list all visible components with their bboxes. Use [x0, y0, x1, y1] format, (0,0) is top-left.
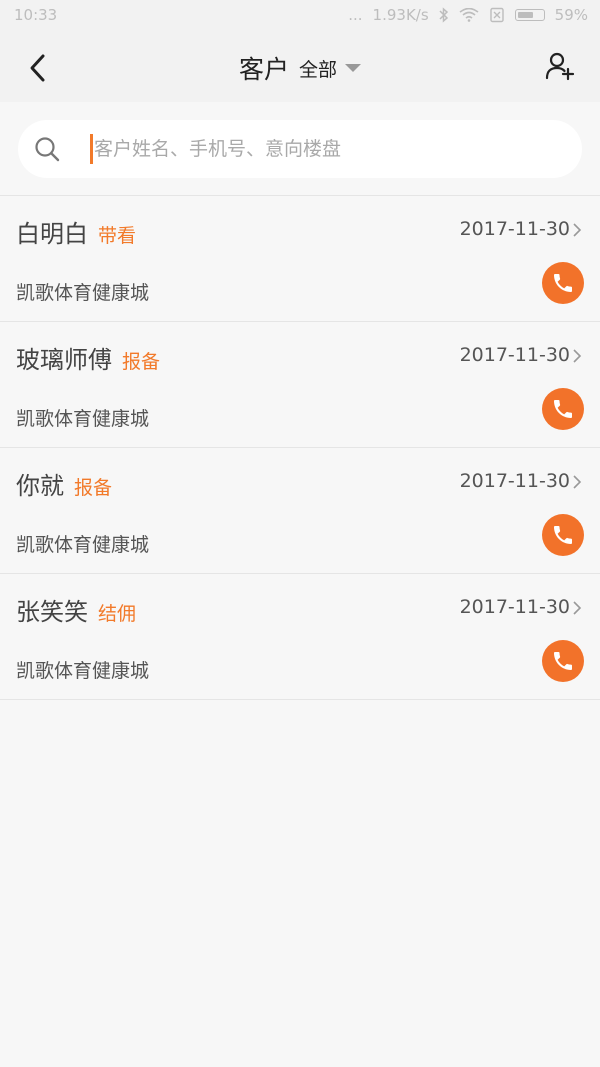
- customer-project: 凯歌体育健康城: [16, 282, 150, 304]
- bluetooth-icon: [439, 7, 448, 23]
- customer-row[interactable]: 玻璃师傅 报备 2017-11-30 凯歌体育健康城: [0, 322, 600, 448]
- battery-percent: 59%: [554, 6, 588, 24]
- add-user-icon: [545, 52, 575, 81]
- customer-name-line: 白明白 带看: [16, 214, 136, 249]
- customer-status-tag: 结佣: [98, 603, 137, 625]
- battery-icon: [514, 9, 545, 21]
- customer-row[interactable]: 张笑笑 结佣 2017-11-30 凯歌体育健康城: [0, 574, 600, 700]
- network-speed: 1.93K/s: [372, 6, 429, 24]
- customer-status-tag: 报备: [74, 477, 113, 499]
- customer-name: 白明白: [16, 220, 88, 248]
- customer-name: 你就: [16, 472, 64, 500]
- customer-name-line: 你就 报备: [16, 466, 112, 501]
- customer-date: 2017-11-30: [459, 218, 570, 240]
- customer-list: 白明白 带看 2017-11-30 凯歌体育健康城 玻璃师傅 报备 2017-11-…: [0, 196, 600, 700]
- filter-dropdown[interactable]: 全部: [299, 55, 362, 82]
- page-title: 客户: [238, 55, 289, 84]
- customer-status-tag: 带看: [98, 225, 137, 247]
- chevron-right-icon: [573, 601, 582, 615]
- status-bar: 10:33 ... 1.93K/s 59%: [0, 0, 600, 32]
- customer-date: 2017-11-30: [459, 596, 570, 618]
- customer-project: 凯歌体育健康城: [16, 660, 150, 682]
- customer-name: 张笑笑: [16, 598, 88, 626]
- status-right: ... 1.93K/s 59%: [348, 6, 588, 24]
- call-button[interactable]: [542, 514, 584, 556]
- call-button[interactable]: [542, 640, 584, 682]
- caret-down-icon: [345, 64, 362, 72]
- customer-project: 凯歌体育健康城: [16, 534, 150, 556]
- search-input[interactable]: [74, 129, 584, 169]
- phone-icon: [554, 274, 572, 292]
- customer-status-tag: 报备: [122, 351, 161, 373]
- status-time: 10:33: [14, 6, 58, 24]
- customer-project: 凯歌体育健康城: [16, 408, 150, 430]
- signal-dots: ...: [348, 6, 363, 24]
- add-customer-button[interactable]: [542, 48, 578, 84]
- navigation-bar: 客户 全部: [0, 32, 600, 102]
- customer-name-line: 张笑笑 结佣: [16, 592, 136, 627]
- title-area: 客户 全部: [0, 50, 600, 86]
- chevron-right-icon: [573, 349, 582, 363]
- phone-icon: [554, 652, 572, 670]
- chevron-right-icon: [573, 223, 582, 237]
- customer-row[interactable]: 白明白 带看 2017-11-30 凯歌体育健康城: [0, 196, 600, 322]
- search-area: [0, 102, 600, 196]
- chevron-right-icon: [573, 475, 582, 489]
- customer-date: 2017-11-30: [459, 470, 570, 492]
- phone-icon: [554, 400, 572, 418]
- phone-icon: [554, 526, 572, 544]
- no-sim-icon: [489, 7, 504, 23]
- customer-name-line: 玻璃师傅 报备: [16, 340, 160, 375]
- filter-label: 全部: [299, 58, 338, 81]
- customer-name: 玻璃师傅: [16, 346, 112, 374]
- call-button[interactable]: [542, 388, 584, 430]
- call-button[interactable]: [542, 262, 584, 304]
- customer-date: 2017-11-30: [459, 344, 570, 366]
- search-icon: [35, 137, 60, 162]
- wifi-icon: [459, 8, 479, 22]
- customer-row[interactable]: 你就 报备 2017-11-30 凯歌体育健康城: [0, 448, 600, 574]
- search-box[interactable]: [18, 120, 584, 178]
